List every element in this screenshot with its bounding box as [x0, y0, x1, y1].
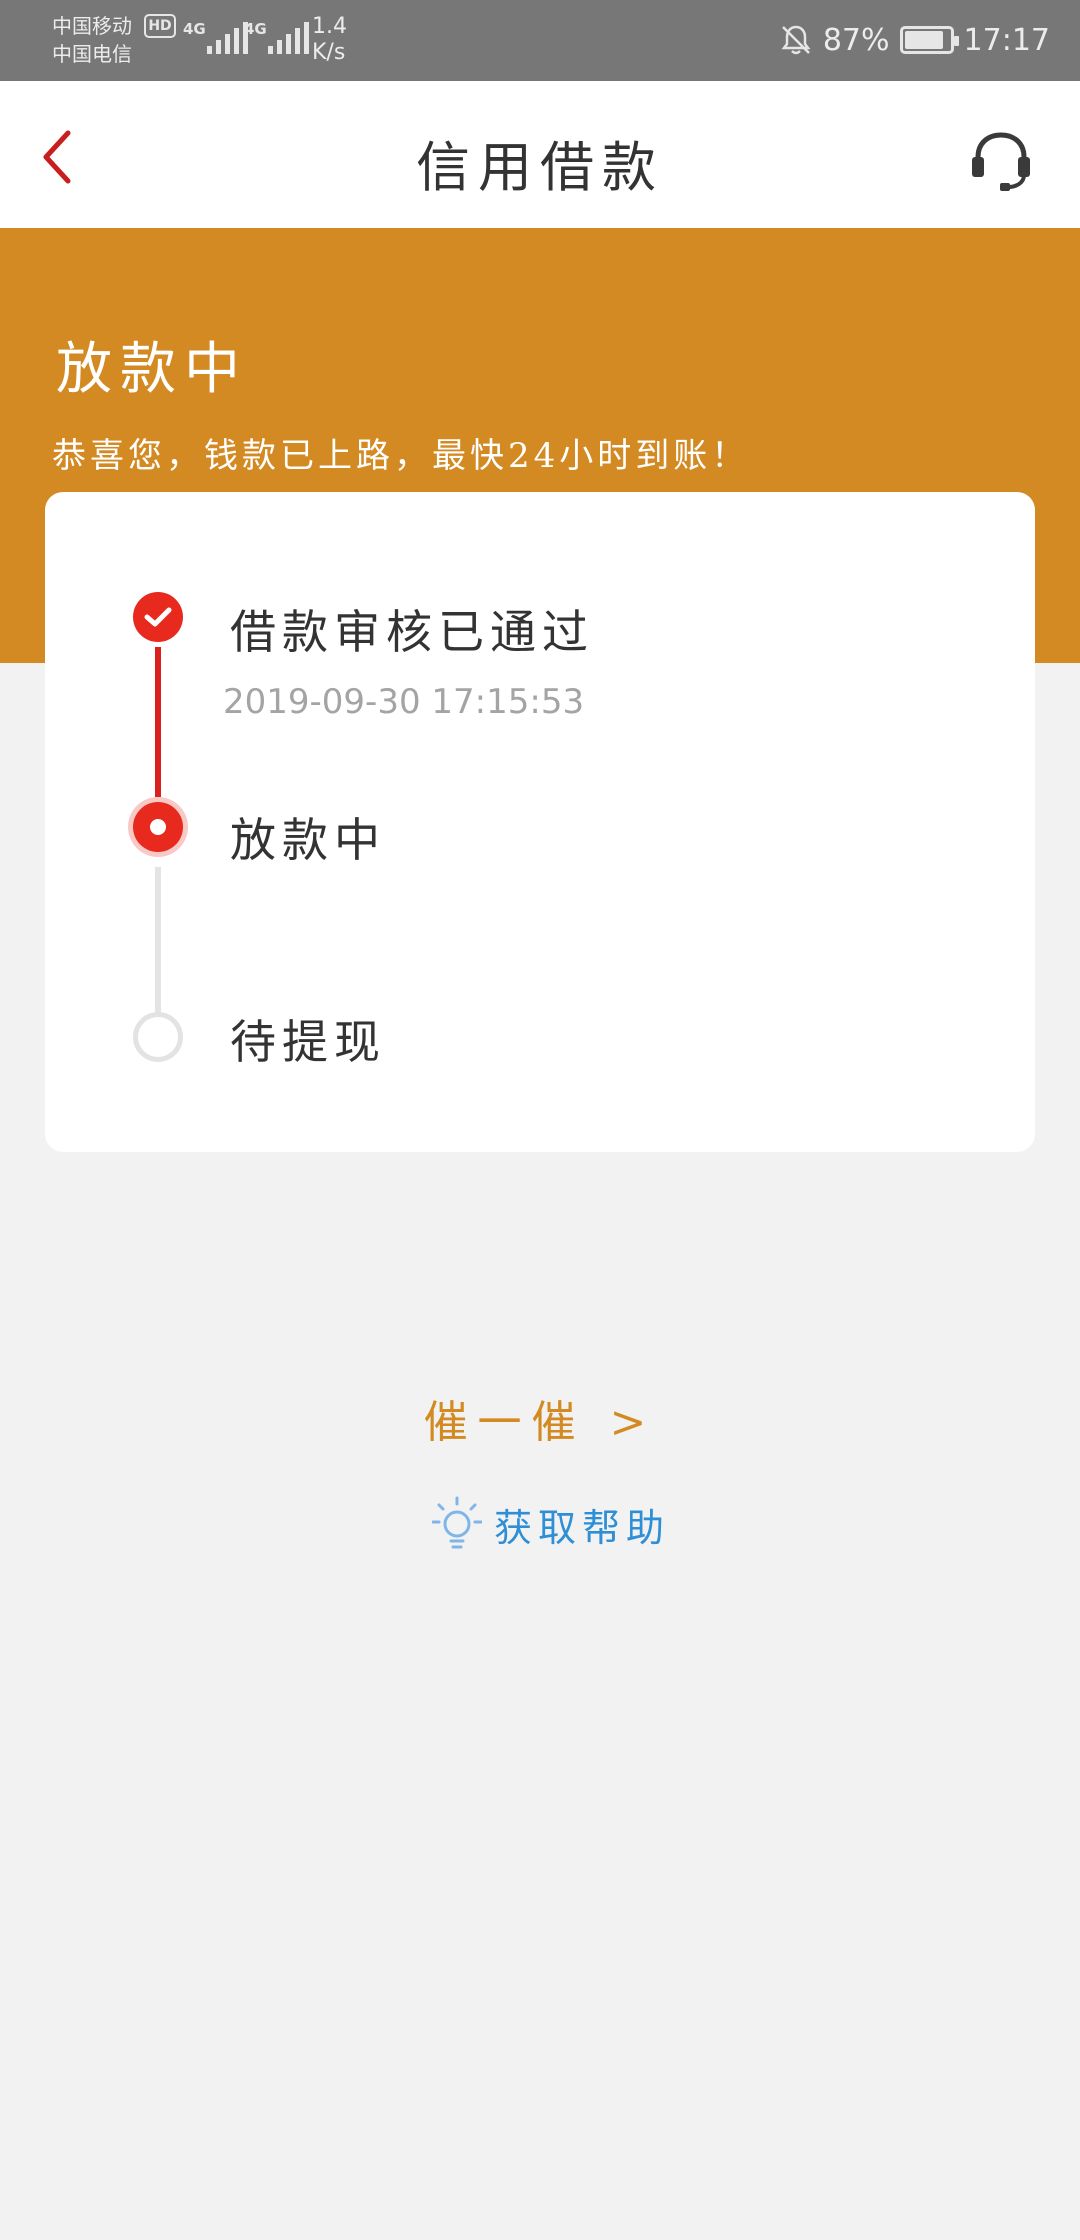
progress-card: 借款审核已通过 2019-09-30 17:15:53 放款中 待提现 [45, 492, 1035, 1152]
signal-bars-icon [268, 22, 309, 54]
carrier-2: 中国电信 [52, 42, 132, 66]
status-bar: 中国移动 中国电信 HD 4G 4G 1.4 K/s 87% 17:17 [0, 0, 1080, 81]
step-1-time: 2019-09-30 17:15:53 [223, 682, 585, 722]
carrier-names: 中国移动 中国电信 [52, 12, 142, 68]
speed-unit: K/s [312, 40, 346, 65]
banner-title: 放款中 [56, 337, 248, 402]
network-type-2: 4G [244, 20, 267, 38]
network-type-1: 4G [183, 20, 206, 38]
progress-line-pending [155, 867, 161, 1017]
status-right: 87% 17:17 [779, 20, 1050, 60]
check-icon [144, 607, 172, 627]
step-3-label: 待提现 [230, 1015, 386, 1069]
step-2-label: 放款中 [230, 813, 386, 867]
battery-icon [899, 26, 959, 54]
progress-line-done [155, 647, 161, 797]
step-1-label: 借款审核已通过 [230, 605, 594, 659]
current-dot-center [150, 819, 166, 835]
battery-fill [904, 31, 943, 49]
page: 中国移动 中国电信 HD 4G 4G 1.4 K/s 87% 17:17 信用借… [0, 0, 1080, 2240]
battery-cap [953, 36, 959, 46]
banner-subtitle: 恭喜您，钱款已上路，最快24小时到账！ [52, 436, 750, 476]
help-label: 获取帮助 [494, 1505, 671, 1550]
lightbulb-icon [432, 1496, 482, 1549]
step-current-icon [133, 802, 183, 852]
battery-percent: 87% [822, 22, 890, 58]
urge-button[interactable]: 催一催 > [0, 1386, 1080, 1450]
headset-icon [972, 132, 1030, 191]
get-help-button[interactable]: 获取帮助 [432, 1494, 670, 1554]
step-pending-icon [133, 1012, 183, 1062]
customer-service-button[interactable] [968, 127, 1034, 193]
clock: 17:17 [963, 22, 1050, 58]
speed-value: 1.4 [312, 14, 347, 39]
app-header: 信用借款 [0, 81, 1080, 228]
bell-off-icon [781, 25, 811, 55]
network-speed: 1.4 K/s [312, 14, 347, 66]
step-done-icon [133, 592, 183, 642]
page-title: 信用借款 [416, 136, 664, 199]
carrier-1: 中国移动 [52, 14, 132, 38]
hd-badge: HD [144, 14, 176, 38]
